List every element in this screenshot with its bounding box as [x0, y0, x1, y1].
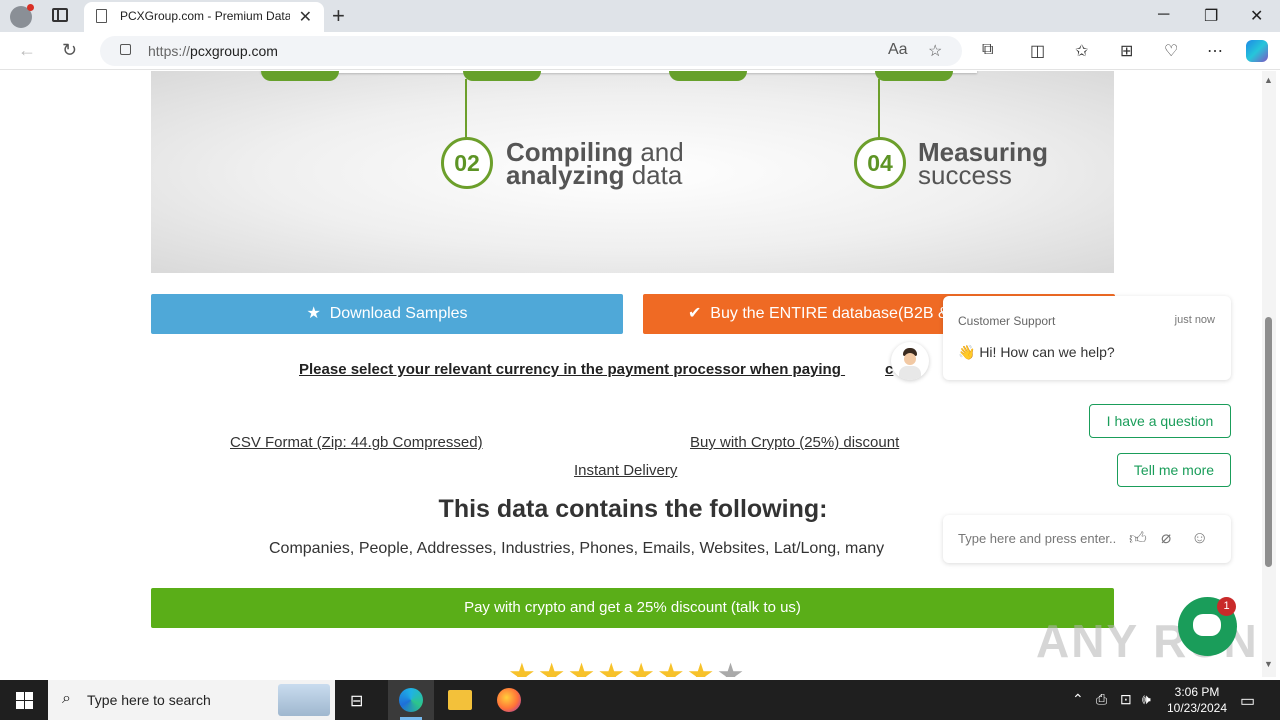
- search-highlight-image: [278, 684, 330, 716]
- chat-message-card: Customer Support just now 👋 Hi! How can …: [943, 296, 1231, 380]
- star-icon: ★: [508, 657, 538, 677]
- step-tab: [261, 71, 339, 81]
- tray-device-icon[interactable]: ⎙: [1096, 691, 1107, 708]
- browser-tab-bar: PCXGroup.com - Premium Data ✕ + ─ ❐ ✕: [0, 0, 1280, 32]
- step-04-label: Measuring success: [918, 137, 1049, 190]
- read-aloud-icon[interactable]: Aa: [888, 41, 908, 59]
- lock-icon[interactable]: [120, 44, 131, 55]
- url-field[interactable]: https://pcxgroup.com Aa ☆: [100, 36, 962, 66]
- buy-crypto-link[interactable]: Buy with Crypto (25%) discount: [690, 434, 899, 451]
- firefox-icon[interactable]: [497, 688, 521, 712]
- chat-option-question[interactable]: I have a question: [1089, 404, 1231, 438]
- tab-actions-icon[interactable]: [52, 8, 68, 22]
- step-tab: [669, 71, 747, 81]
- step-tab: [875, 71, 953, 81]
- chat-bubble-icon: [1193, 614, 1221, 636]
- chat-agent-name: Customer Support: [958, 314, 1056, 328]
- restore-icon[interactable]: ❐: [1204, 6, 1218, 26]
- tab-close-icon[interactable]: ✕: [299, 7, 312, 27]
- volume-icon[interactable]: 🕪︎: [1142, 691, 1151, 708]
- scroll-down-icon[interactable]: ▼: [1264, 659, 1273, 669]
- minimize-icon[interactable]: ─: [1158, 6, 1169, 24]
- scroll-thumb[interactable]: [1265, 317, 1272, 567]
- emoji-icon[interactable]: ☺: [1191, 528, 1208, 548]
- csv-format-link[interactable]: CSV Format (Zip: 44.gb Compressed): [230, 434, 483, 451]
- browser-essentials-icon[interactable]: ♡: [1164, 41, 1178, 61]
- step-connector: [878, 79, 880, 139]
- favorite-star-icon[interactable]: ☆: [928, 41, 942, 61]
- extensions-icon[interactable]: ⧉: [982, 41, 993, 59]
- step-tab: [463, 71, 541, 81]
- tray-overflow-icon[interactable]: ⌃: [1072, 691, 1084, 708]
- star-icon: ★: [537, 657, 568, 677]
- star-icon: ★: [686, 657, 717, 677]
- search-icon: ⌕: [62, 690, 71, 707]
- chat-message: 👋 Hi! How can we help?: [958, 344, 1115, 360]
- checkmark-icon: ✔: [688, 305, 702, 322]
- banner-top-band: [261, 71, 977, 73]
- chat-timestamp: just now: [1174, 314, 1215, 326]
- attachment-icon[interactable]: ⌀: [1161, 528, 1171, 548]
- instant-delivery-link[interactable]: Instant Delivery: [574, 462, 677, 479]
- page-scrollbar[interactable]: ▲ ▼: [1262, 71, 1276, 677]
- tab-pcxgroup[interactable]: PCXGroup.com - Premium Data ✕: [84, 2, 324, 32]
- thumbs-up-icon[interactable]: 👍︎: [1129, 528, 1147, 549]
- more-menu-icon[interactable]: ⋯: [1207, 41, 1223, 61]
- unread-badge: 1: [1217, 597, 1236, 616]
- star-icon: ★: [306, 305, 321, 322]
- step-connector: [465, 79, 467, 139]
- file-explorer-icon[interactable]: [448, 690, 472, 710]
- collections-icon[interactable]: ⊞: [1120, 41, 1133, 61]
- windows-taskbar: ⌕ Type here to search ⊟ ⌃ ⎙ ⊡ 🕪︎ 3:06 PM…: [0, 680, 1280, 720]
- process-steps-banner: 02 Compiling and analyzing data 04 Measu…: [151, 71, 1114, 273]
- windows-start-icon[interactable]: [16, 692, 33, 709]
- taskbar-search-placeholder[interactable]: Type here to search: [87, 692, 211, 708]
- favorites-icon[interactable]: ✩: [1075, 41, 1088, 61]
- scroll-up-icon[interactable]: ▲: [1264, 75, 1273, 85]
- pay-with-crypto-button[interactable]: Pay with crypto and get a 25% discount (…: [151, 588, 1114, 628]
- rating-stars: ★★★★★★★★: [508, 657, 746, 677]
- close-window-icon[interactable]: ✕: [1250, 6, 1263, 26]
- star-icon: ★: [656, 657, 687, 677]
- chat-input-box[interactable]: Type here and press enter.. 👍︎ ⌀ ☺: [943, 515, 1231, 563]
- new-tab-icon[interactable]: +: [332, 3, 345, 29]
- currency-notice: Please select your relevant currency in …: [299, 361, 894, 378]
- star-icon: ★: [627, 657, 657, 677]
- copilot-icon[interactable]: [1246, 40, 1268, 62]
- profile-notification-dot: [27, 4, 34, 11]
- star-empty-icon: ★: [716, 657, 747, 677]
- back-icon[interactable]: ←: [18, 40, 36, 61]
- chat-option-tell-more[interactable]: Tell me more: [1117, 453, 1231, 487]
- taskbar-search[interactable]: ⌕ Type here to search: [48, 680, 335, 720]
- tab-title: PCXGroup.com - Premium Data: [120, 9, 290, 23]
- download-samples-button[interactable]: ★ Download Samples: [151, 294, 623, 334]
- refresh-icon[interactable]: ↻: [62, 40, 77, 61]
- notifications-icon[interactable]: ▭: [1240, 691, 1255, 711]
- split-screen-icon[interactable]: ◫: [1030, 41, 1045, 61]
- step-number-02: 02: [441, 137, 493, 189]
- page-icon: [96, 9, 107, 23]
- support-agent-avatar: [891, 342, 929, 380]
- step-02-label: Compiling and analyzing data: [506, 137, 684, 190]
- address-bar-row: ← ↻ https://pcxgroup.com Aa ☆ ⧉ ◫ ✩ ⊞ ♡ …: [0, 32, 1280, 70]
- network-icon[interactable]: ⊡: [1120, 691, 1132, 708]
- chat-input-placeholder[interactable]: Type here and press enter..: [958, 531, 1116, 546]
- edge-app-icon[interactable]: [399, 688, 423, 712]
- star-icon: ★: [567, 657, 598, 677]
- step-number-04: 04: [854, 137, 906, 189]
- url-text: https://pcxgroup.com: [148, 43, 278, 59]
- star-icon: ★: [597, 657, 628, 677]
- data-fields-list: Companies, People, Addresses, Industries…: [269, 540, 885, 557]
- taskbar-clock[interactable]: 3:06 PM 10/23/2024: [1160, 684, 1234, 716]
- task-view-icon[interactable]: ⊟: [350, 691, 363, 711]
